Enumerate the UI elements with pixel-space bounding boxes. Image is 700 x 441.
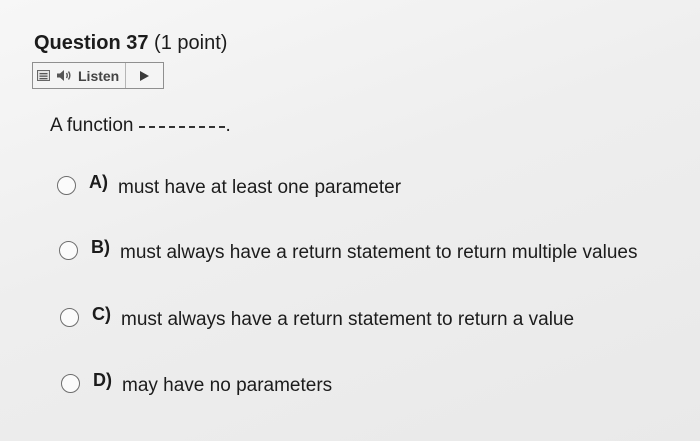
question-points: (1 point) — [154, 32, 228, 54]
answer-blank — [139, 126, 226, 128]
radio-button[interactable] — [59, 240, 78, 260]
option-letter: C) — [92, 303, 111, 324]
option-letter: A) — [89, 171, 108, 192]
listen-button[interactable]: Listen — [53, 63, 127, 88]
option-letter: B) — [91, 236, 110, 257]
option-a[interactable]: A) must have at least one parameter — [57, 171, 402, 198]
question-title: Question 37 — [34, 32, 149, 54]
question-header: Question 37 (1 point) — [34, 30, 227, 56]
play-button[interactable] — [126, 63, 163, 88]
prompt-end: . — [225, 115, 231, 136]
option-text: must always have a return statement to r… — [121, 309, 575, 330]
option-letter: D) — [93, 369, 112, 390]
option-text: must always have a return statement to r… — [120, 242, 638, 263]
radio-button[interactable] — [57, 175, 76, 195]
radio-button[interactable] — [60, 307, 79, 327]
option-text: may have no parameters — [122, 375, 333, 396]
option-b[interactable]: B) must always have a return statement t… — [59, 236, 638, 263]
speaker-icon — [57, 70, 71, 81]
option-d[interactable]: D) may have no parameters — [61, 369, 333, 396]
option-text: must have at least one parameter — [118, 177, 402, 198]
question-prompt: A function. — [50, 114, 231, 138]
play-icon — [140, 70, 150, 81]
listen-label: Listen — [78, 67, 120, 84]
radio-button[interactable] — [61, 373, 80, 393]
option-c[interactable]: C) must always have a return statement t… — [60, 303, 575, 330]
listen-widget: Listen — [32, 62, 164, 89]
prompt-text: A function — [50, 115, 134, 136]
menu-icon[interactable] — [33, 63, 53, 88]
